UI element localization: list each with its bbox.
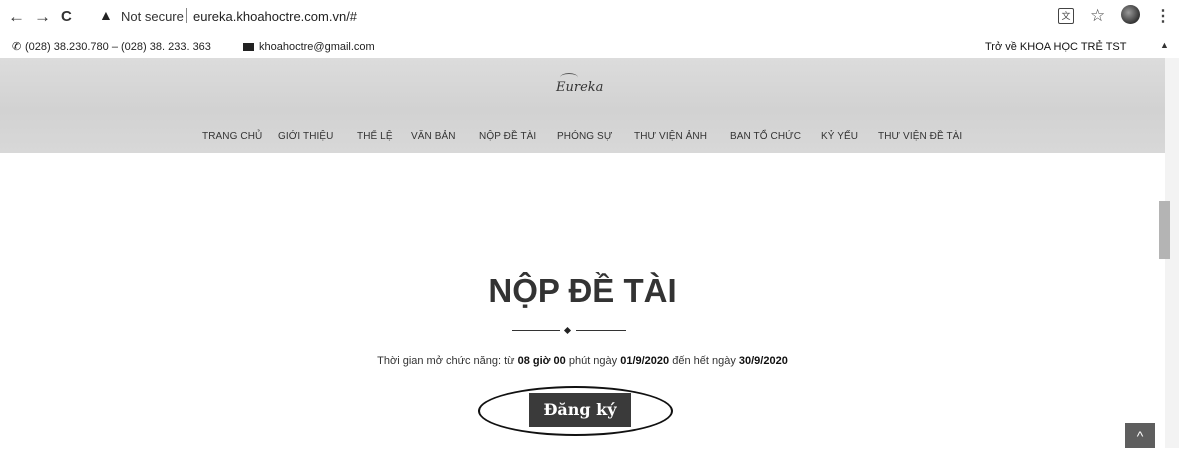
profile-avatar[interactable] <box>1121 5 1140 24</box>
nav-item-ban-to-chuc[interactable]: BAN TỔ CHỨC <box>730 131 801 142</box>
bookmark-star-icon[interactable]: ☆ <box>1090 6 1105 26</box>
site-logo[interactable]: Eureka <box>556 80 603 95</box>
reload-icon[interactable]: C <box>61 8 72 26</box>
address-bar[interactable]: eureka.khoahoctre.com.vn/# <box>193 9 357 24</box>
scrollbar-thumb[interactable] <box>1159 201 1170 259</box>
divider-line-right <box>576 330 626 331</box>
nav-item-phong-su[interactable]: PHÓNG SỰ <box>557 131 612 142</box>
forward-arrow-icon[interactable]: → <box>34 8 51 26</box>
info-start-date: 01/9/2020 <box>620 355 670 367</box>
site-header: Eureka TRANG CHỦ GIỚI THIỆU THỂ LỆ VĂN B… <box>0 58 1165 153</box>
nav-item-thu-vien-de-tai[interactable]: THƯ VIỆN ĐỀ TÀI <box>878 131 962 142</box>
mail-icon <box>243 43 254 51</box>
browser-menu-icon[interactable]: ⋮ <box>1155 6 1171 26</box>
back-to-top-button[interactable]: ^ <box>1125 423 1155 448</box>
nav-item-thu-vien-anh[interactable]: THƯ VIỆN ẢNH <box>634 131 707 142</box>
contact-bar: ✆ (028) 38.230.780 – (028) 38. 233. 363 … <box>0 36 1179 58</box>
browser-toolbar: ← → C ▲ Not secure eureka.khoahoctre.com… <box>0 0 1179 36</box>
url-separator <box>186 8 187 23</box>
divider-diamond-icon <box>563 326 572 335</box>
info-mid2: đến hết ngày <box>669 355 739 367</box>
info-prefix: Thời gian mở chức năng: từ <box>377 355 518 367</box>
info-mid: phút ngày <box>565 355 621 367</box>
info-end-date: 30/9/2020 <box>738 355 788 367</box>
nav-item-the-le[interactable]: THỂ LỆ <box>357 131 393 142</box>
security-label[interactable]: Not secure <box>121 9 184 24</box>
phone-icon: ✆ <box>12 41 22 53</box>
register-button[interactable]: Đăng ký <box>529 393 631 427</box>
page-title: NỘP ĐỀ TÀI <box>488 272 677 309</box>
scroll-up-arrow-icon[interactable]: ▲ <box>1160 40 1169 50</box>
open-time-notice: Thời gian mở chức năng: từ 08 giờ 00 phú… <box>0 355 1165 367</box>
warning-icon[interactable]: ▲ <box>99 7 113 23</box>
title-divider <box>508 326 630 336</box>
translate-icon[interactable]: 文 <box>1058 8 1074 24</box>
back-to-tst-link[interactable]: Trở về KHOA HỌC TRẺ TST <box>985 41 1126 53</box>
nav-item-gioi-thieu[interactable]: GIỚI THIỆU <box>278 131 334 142</box>
email-link[interactable]: khoahoctre@gmail.com <box>259 41 375 53</box>
nav-item-van-ban[interactable]: VĂN BẢN <box>411 131 456 142</box>
nav-item-trang-chu[interactable]: TRANG CHỦ <box>202 131 262 142</box>
nav-item-nop-de-tai[interactable]: NỘP ĐỀ TÀI <box>479 131 536 142</box>
phone-numbers: (028) 38.230.780 – (028) 38. 233. 363 <box>25 41 211 53</box>
divider-line-left <box>512 330 560 331</box>
info-time: 08 giờ 00 <box>517 355 566 367</box>
nav-item-ky-yeu[interactable]: KỶ YẾU <box>821 131 858 142</box>
back-arrow-icon[interactable]: ← <box>8 8 25 26</box>
